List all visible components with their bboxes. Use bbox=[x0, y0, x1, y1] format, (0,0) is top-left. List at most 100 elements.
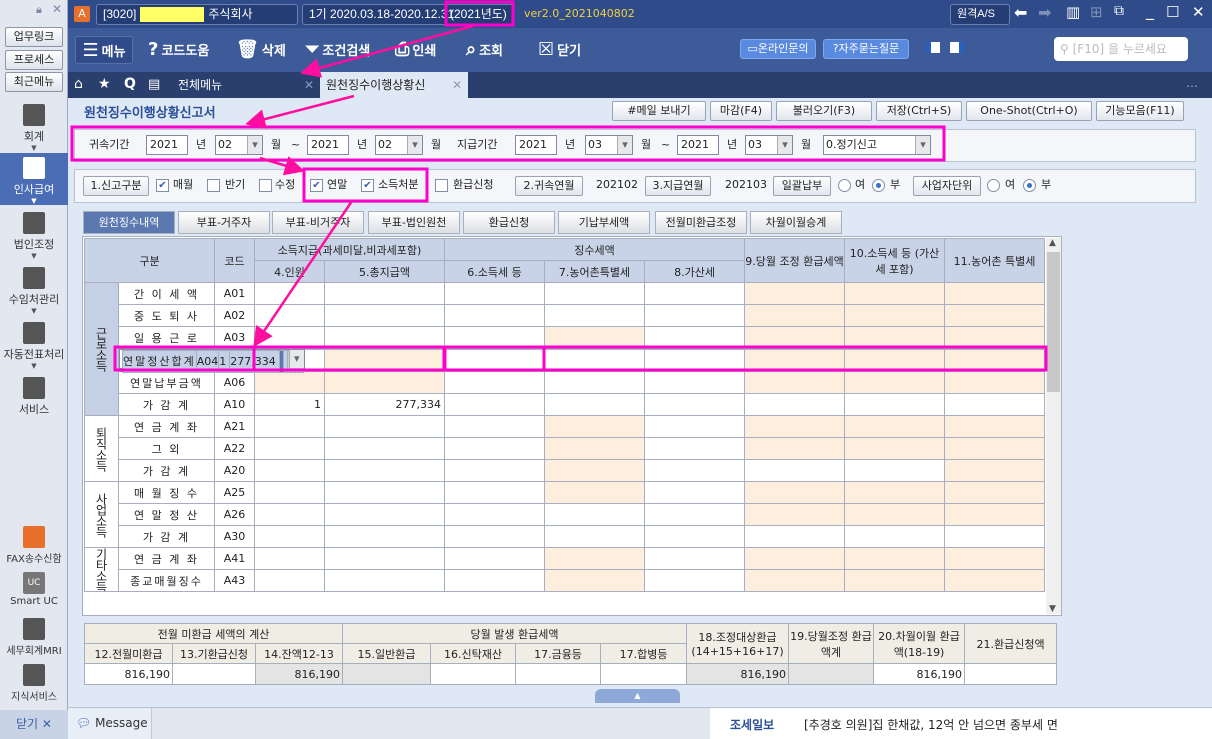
cell-c8[interactable] bbox=[644, 282, 746, 305]
close-button[interactable]: ☒ 닫기 bbox=[538, 36, 581, 64]
cell-c7[interactable] bbox=[544, 282, 646, 305]
table-row[interactable]: 종교매월징수 A43 bbox=[85, 569, 1046, 592]
half-year-checkbox[interactable] bbox=[207, 179, 220, 192]
book-open-icon[interactable]: ▥ bbox=[1066, 3, 1080, 21]
cell-c10[interactable] bbox=[844, 569, 946, 592]
process-button[interactable]: 프로세스 bbox=[5, 50, 63, 70]
cell-c4[interactable] bbox=[254, 304, 325, 327]
refund-value[interactable] bbox=[430, 663, 517, 685]
unit-no-radio[interactable] bbox=[1023, 179, 1036, 192]
sidebar-item-knowledge[interactable]: 지식서비스 bbox=[0, 660, 68, 712]
table-row[interactable]: 퇴직소득 연 금 계 좌 A21 bbox=[84, 415, 1046, 482]
lump-payment-button[interactable]: 일괄납부 bbox=[773, 176, 831, 196]
attr-ym-button[interactable]: 2.귀속연월 bbox=[515, 176, 583, 196]
tab-all-menu[interactable]: 전체메뉴 ✕ bbox=[172, 72, 320, 98]
cell-c9[interactable] bbox=[744, 569, 846, 592]
table-row[interactable]: 가 감 계 A10 1 277,334 bbox=[85, 393, 1046, 416]
refund-value[interactable] bbox=[788, 663, 875, 685]
cell-c5[interactable] bbox=[323, 349, 446, 372]
cell-c11[interactable] bbox=[944, 415, 1046, 438]
cell-c10[interactable] bbox=[844, 304, 946, 327]
cell-c9[interactable] bbox=[744, 415, 846, 438]
code-help-button[interactable]: ? 코드도움 bbox=[148, 36, 209, 64]
cell-c10[interactable] bbox=[844, 415, 946, 438]
table-row[interactable]: 중 도 퇴 사 A02 bbox=[85, 304, 1046, 327]
cell-c11[interactable] bbox=[944, 525, 1046, 548]
cell-c4[interactable] bbox=[254, 481, 325, 504]
sidebar-item-auto-voucher[interactable]: 자동전표처리 ▼ bbox=[0, 318, 68, 370]
grid-icon[interactable]: ⊞ bbox=[1090, 3, 1103, 21]
more-icon[interactable]: … bbox=[1186, 76, 1198, 90]
cell-c9[interactable] bbox=[744, 437, 846, 460]
cell-c5[interactable]: 277,334 bbox=[229, 350, 280, 373]
work-link-button[interactable]: 업무링크 bbox=[5, 27, 63, 47]
refund-value[interactable] bbox=[600, 663, 688, 685]
recent-menu-button[interactable]: 최근메뉴 bbox=[5, 72, 63, 92]
menu-search-input[interactable]: ⚲ [F10] 을 누르세요 bbox=[1054, 37, 1188, 61]
cell-c8[interactable] bbox=[644, 481, 746, 504]
remote-as-button[interactable]: 원격A/S bbox=[950, 4, 1010, 25]
table-row[interactable]: 근로소득 간 이 세 액 A01 bbox=[84, 282, 1046, 416]
scroll-up-icon[interactable]: ▲ bbox=[1049, 238, 1056, 248]
sidebar-item-client-mgmt[interactable]: 수임처관리 ▼ bbox=[0, 263, 68, 315]
refund-value[interactable] bbox=[515, 663, 602, 685]
layout-right-icon[interactable] bbox=[950, 42, 964, 53]
cell-c5[interactable] bbox=[323, 437, 446, 460]
lump-yes-radio[interactable] bbox=[838, 179, 851, 192]
functions-dropdown[interactable]: 기능모음(F11) bbox=[1096, 101, 1184, 121]
tab-withholding-detail[interactable]: 원천징수내역 bbox=[83, 211, 175, 234]
sidebar-item-payroll[interactable]: 인사급여 ▼ bbox=[0, 153, 68, 205]
scroll-down-icon[interactable]: ▼ bbox=[1049, 604, 1056, 614]
cell-c10[interactable] bbox=[844, 503, 946, 526]
tab-prepaid-tax[interactable]: 기납부세액 bbox=[558, 211, 650, 234]
refund-value[interactable]: 816,190 bbox=[254, 663, 344, 685]
cell-c9[interactable] bbox=[744, 304, 846, 327]
cell-c6[interactable] bbox=[444, 326, 546, 349]
tab-refund-request[interactable]: 환급신청 bbox=[463, 211, 555, 234]
tab-withholding-report[interactable]: 원천징수이행상황신 ✕ bbox=[320, 72, 468, 98]
cell-c8[interactable] bbox=[644, 304, 746, 327]
cell-c7[interactable] bbox=[544, 393, 646, 416]
pay-to-month-select[interactable]: 03 bbox=[745, 135, 793, 155]
scrollbar-thumb[interactable] bbox=[1047, 252, 1060, 392]
tab-close-icon[interactable]: ✕ bbox=[452, 72, 462, 98]
table-row[interactable]: 그 외 A22 bbox=[85, 437, 1046, 460]
cell-c8[interactable] bbox=[644, 459, 746, 482]
refund-checkbox[interactable] bbox=[435, 179, 448, 192]
save-button[interactable]: 저장(Ctrl+S) bbox=[876, 101, 962, 121]
cell-c7[interactable] bbox=[544, 503, 646, 526]
amend-checkbox[interactable] bbox=[259, 179, 272, 192]
cell-c7[interactable] bbox=[544, 569, 646, 592]
sidebar-item-smart-uc[interactable]: UC Smart UC bbox=[0, 568, 68, 620]
cell-c4[interactable] bbox=[254, 503, 325, 526]
cell-c8[interactable] bbox=[644, 569, 746, 592]
cell-c11[interactable] bbox=[944, 503, 1046, 526]
cell-c11[interactable] bbox=[944, 371, 1046, 394]
business-unit-button[interactable]: 사업자단위 bbox=[913, 176, 981, 196]
cell-c5[interactable] bbox=[323, 481, 446, 504]
cell-c5[interactable] bbox=[323, 569, 446, 592]
cell-c7[interactable] bbox=[544, 371, 646, 394]
refund-value[interactable]: 816,190 bbox=[873, 663, 966, 685]
cell-c11[interactable] bbox=[298, 350, 304, 373]
attr-from-month-select[interactable]: 02 bbox=[215, 135, 263, 155]
cell-c10[interactable] bbox=[844, 481, 946, 504]
monthly-checkbox[interactable]: ✔ bbox=[156, 179, 169, 192]
cell-c10[interactable] bbox=[844, 371, 946, 394]
tab-carryover[interactable]: 차월이월승계 bbox=[750, 211, 842, 234]
condition-search-button[interactable]: ⏷ 조건검색 bbox=[305, 36, 370, 64]
close-icon[interactable]: ✕ bbox=[52, 2, 62, 16]
attr-from-year-input[interactable]: 2021 bbox=[146, 135, 188, 155]
forward-arrow-icon[interactable]: ➡ bbox=[1038, 3, 1051, 22]
send-mail-button[interactable]: #메일 보내기 bbox=[612, 101, 706, 121]
cell-c7[interactable] bbox=[544, 437, 646, 460]
cell-c5[interactable] bbox=[323, 304, 446, 327]
minimize-icon[interactable]: _ bbox=[1146, 1, 1154, 20]
cell-c8[interactable] bbox=[644, 349, 746, 372]
lump-no-radio[interactable] bbox=[872, 179, 885, 192]
cell-c9[interactable] bbox=[744, 481, 846, 504]
cell-c6[interactable] bbox=[444, 349, 546, 372]
grid-scrollbar[interactable]: ▲ ▼ bbox=[1046, 238, 1061, 614]
maximize-icon[interactable]: ☐ bbox=[1166, 3, 1179, 21]
delete-button[interactable]: 🗑︎ 삭제 bbox=[236, 36, 286, 64]
